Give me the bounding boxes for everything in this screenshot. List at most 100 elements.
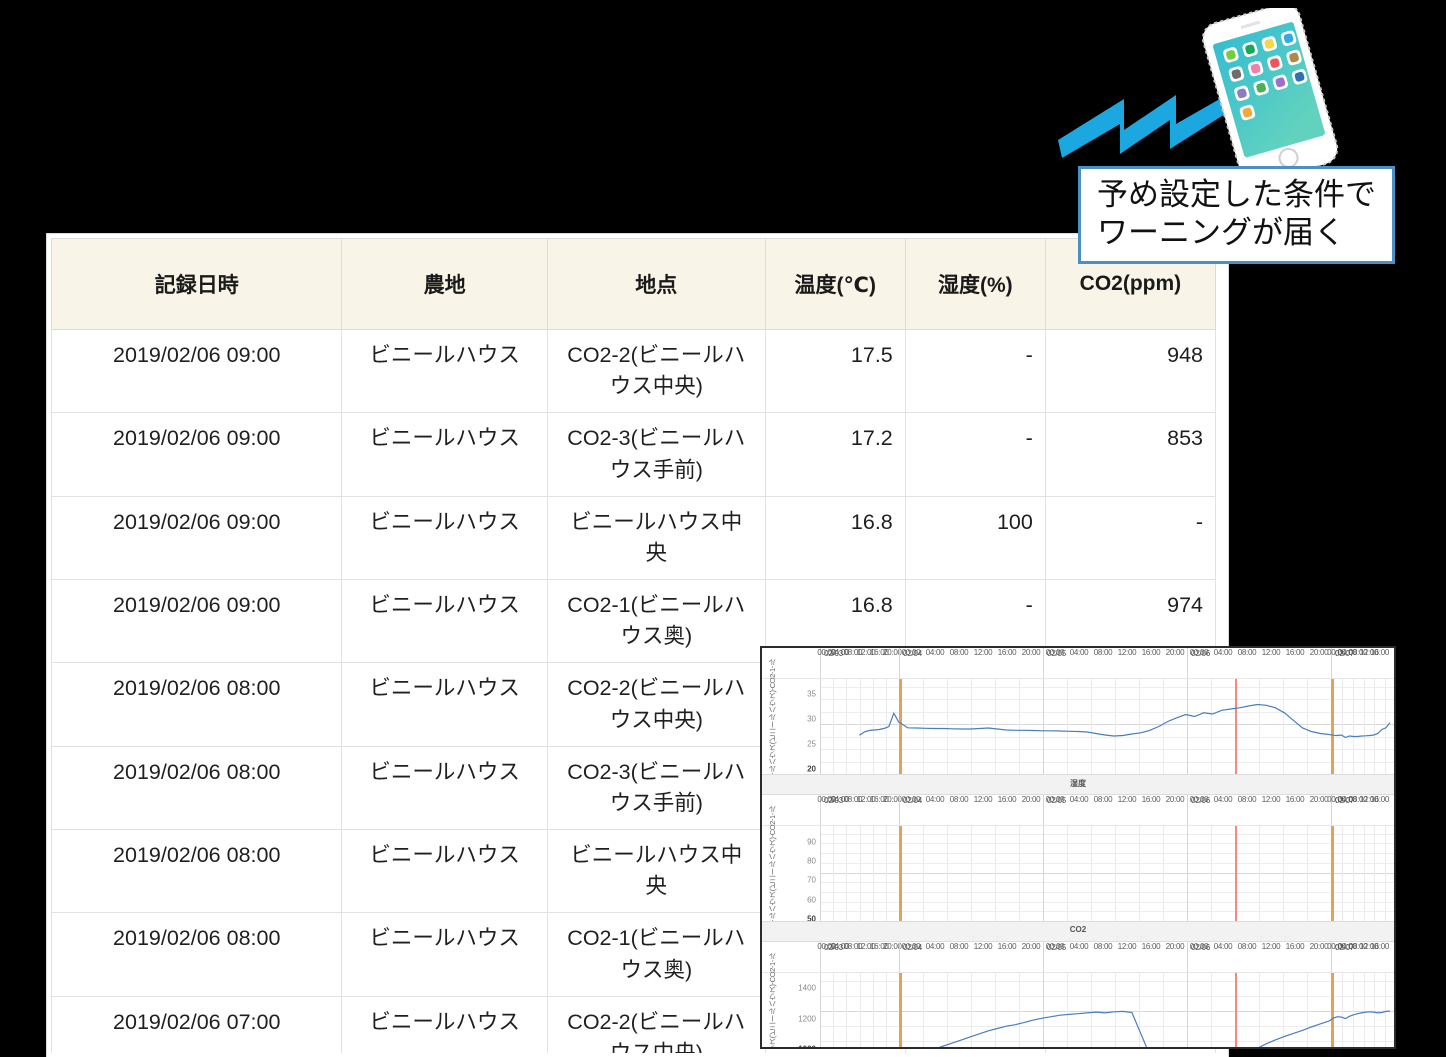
cell-humidity: - (905, 330, 1045, 413)
cell-co2: 853 (1045, 413, 1215, 496)
chart-gridline-v (1091, 826, 1092, 921)
cell-farm: ビニールハウス (342, 413, 547, 496)
chart-gridline-v (1139, 826, 1140, 921)
chart-y-tick-label: 60 (807, 895, 816, 904)
chart-gridline-v (1353, 826, 1354, 921)
cell-humidity: 100 (905, 496, 1045, 579)
chart-y-tick-label: 1400 (798, 984, 816, 993)
chart-gridline-v (947, 826, 948, 921)
chart-gridline-v (1259, 826, 1260, 921)
cell-farm: ビニールハウス (342, 330, 547, 413)
table-row[interactable]: 2019/02/06 09:00ビニールハウスCO2-2(ビニールハウス中央)1… (52, 330, 1216, 413)
chart-hour-tick: 16:00 (1363, 795, 1396, 804)
cell-point: CO2-3(ビニールハウス手前) (547, 746, 765, 829)
col-header-datetime[interactable]: 記録日時 (52, 239, 342, 330)
cell-point: CO2-2(ビニールハウス中央) (547, 996, 765, 1057)
table-header-row: 記録日時 農地 地点 温度(℃) 湿度(%) CO2(ppm) (52, 239, 1216, 330)
cell-datetime: 2019/02/06 09:00 (52, 413, 342, 496)
table-row[interactable]: 2019/02/06 09:00ビニールハウスビニールハウス中央16.8100- (52, 496, 1216, 579)
chart-y-tick-label: 80 (807, 856, 816, 865)
warning-callout: 予め設定した条件で ワーニングが届く (1078, 166, 1395, 264)
chart-gridline-v (923, 826, 924, 921)
col-header-humidity[interactable]: 湿度(%) (905, 239, 1045, 330)
chart-gridline-v (886, 826, 887, 921)
chart-gridline-v (1364, 826, 1365, 921)
cell-datetime: 2019/02/06 07:00 (52, 996, 342, 1057)
chart-canvas: 400600800100012001400 (820, 973, 1394, 1049)
col-header-point[interactable]: 地点 (547, 239, 765, 330)
sensor-chart-panel[interactable]: 02/0300:0004:0008:0012:0016:0020:0002/04… (760, 646, 1396, 1049)
chart-gridline-v (971, 826, 972, 921)
chart-x-axis-header: 02/0300:0004:0008:0012:0016:0020:0002/04… (762, 942, 1394, 973)
chart-gridline-v (820, 826, 821, 921)
chart-gridline-v (1374, 826, 1375, 921)
cell-datetime: 2019/02/06 09:00 (52, 496, 342, 579)
chart-separator-humidity: 湿度 (762, 774, 1394, 795)
callout-line-2: ワーニングが届く (1097, 215, 1392, 253)
table-row[interactable]: 2019/02/06 09:00ビニールハウスCO2-3(ビニールハウス手前)1… (52, 413, 1216, 496)
chart-gridline-v (833, 826, 834, 921)
chart-hour-tick: 16:00 (1363, 942, 1396, 951)
chart-y-tick-label: 70 (807, 876, 816, 885)
cell-datetime: 2019/02/06 08:00 (52, 830, 342, 913)
chart-plot-area[interactable]: ビニールハウス(ビニールハウス)-CO2-1-ル 4006008001000120… (762, 973, 1394, 1049)
chart-gridline-v (1307, 826, 1308, 921)
chart-gridline-v (873, 826, 874, 921)
orange-marker-right[interactable] (1331, 826, 1334, 921)
chart-y-tick-label: 20 (807, 765, 816, 774)
chart-block-humidity[interactable]: 02/0300:0004:0008:0012:0016:0020:0002/04… (762, 795, 1394, 921)
chart-gridline-v (1211, 826, 1212, 921)
chart-plot-area[interactable]: ビニールハウス(ビニールハウス)-CO2-1-ル5101520253035 (762, 679, 1394, 774)
chart-hour-tick: 16:00 (1363, 648, 1396, 657)
chart-y-tick-label: 1000 (798, 1045, 816, 1050)
chart-y-axis-label: ビニールハウス(ビニールハウス)-CO2-1-ル (764, 826, 780, 921)
orange-marker[interactable] (899, 826, 902, 921)
cell-datetime: 2019/02/06 09:00 (52, 330, 342, 413)
chart-gridline-v (995, 826, 996, 921)
chart-plot-area[interactable]: ビニールハウス(ビニールハウス)-CO2-1-ル 1020304050607080… (762, 826, 1394, 921)
cell-farm: ビニールハウス (342, 830, 547, 913)
chart-gridline-v (1385, 826, 1386, 921)
red-marker[interactable] (1235, 826, 1237, 921)
cell-farm: ビニールハウス (342, 663, 547, 746)
chart-block-co2[interactable]: 02/0300:0004:0008:0012:0016:0020:0002/04… (762, 942, 1394, 1049)
chart-gridline-v (1067, 826, 1068, 921)
cell-co2: 948 (1045, 330, 1215, 413)
chart-y-tick-label: 35 (807, 690, 816, 699)
cell-farm: ビニールハウス (342, 996, 547, 1057)
chart-gridline-v (1283, 826, 1284, 921)
chart-block-temperature[interactable]: 02/0300:0004:0008:0012:0016:0020:0002/04… (762, 648, 1394, 774)
chart-x-axis-header: 02/0300:0004:0008:0012:0016:0020:0002/04… (762, 648, 1394, 679)
chart-gridline-v (1019, 826, 1020, 921)
cell-co2: - (1045, 496, 1215, 579)
cell-datetime: 2019/02/06 08:00 (52, 913, 342, 996)
chart-series-line (820, 679, 1394, 774)
cell-temperature: 17.5 (765, 330, 905, 413)
chart-gridline-v (1342, 826, 1343, 921)
chart-gridline-v (1163, 826, 1164, 921)
cell-farm: ビニールハウス (342, 746, 547, 829)
chart-y-tick-label: 1200 (798, 1014, 816, 1023)
cell-point: CO2-3(ビニールハウス手前) (547, 413, 765, 496)
cell-datetime: 2019/02/06 08:00 (52, 746, 342, 829)
chart-series-line (820, 973, 1394, 1049)
cell-point: CO2-2(ビニールハウス中央) (547, 663, 765, 746)
chart-gridline-v (1043, 826, 1044, 921)
chart-gridline-v (860, 826, 861, 921)
chart-title-label: CO2 (1070, 925, 1086, 934)
smartphone-illustration (1192, 8, 1352, 178)
chart-y-tick-label: 90 (807, 837, 816, 846)
chart-gridline-v (1115, 826, 1116, 921)
cell-farm: ビニールハウス (342, 580, 547, 663)
chart-gridline-v (1187, 826, 1188, 921)
cell-point: ビニールハウス中央 (547, 496, 765, 579)
chart-canvas: 5101520253035 (820, 679, 1394, 774)
chart-canvas: 102030405060708090 (820, 826, 1394, 921)
chart-y-tick-label: 25 (807, 740, 816, 749)
col-header-temperature[interactable]: 温度(℃) (765, 239, 905, 330)
col-header-farm[interactable]: 農地 (342, 239, 547, 330)
cell-farm: ビニールハウス (342, 913, 547, 996)
chart-y-axis-label: ビニールハウス(ビニールハウス)-CO2-1-ル (764, 973, 780, 1049)
cell-farm: ビニールハウス (342, 496, 547, 579)
chart-x-axis-header: 02/0300:0004:0008:0012:0016:0020:0002/04… (762, 795, 1394, 826)
